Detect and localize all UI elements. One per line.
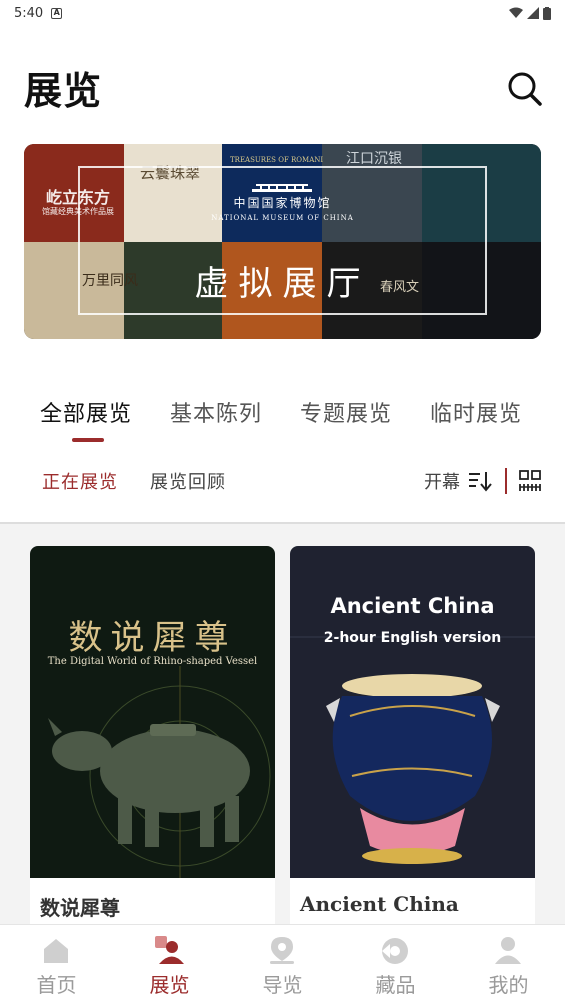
page-title: 展览 bbox=[24, 68, 103, 113]
tab-special-exhibitions[interactable]: 专题展览 bbox=[300, 396, 392, 428]
battery-icon bbox=[543, 6, 551, 20]
nav-label: 展览 bbox=[149, 973, 190, 997]
search-icon bbox=[508, 72, 542, 106]
location-icon bbox=[270, 937, 294, 964]
tab-indicator bbox=[72, 438, 104, 442]
rhino-vessel-poster bbox=[30, 546, 275, 878]
nav-label: 首页 bbox=[36, 973, 77, 997]
museum-name: 中国国家博物馆 bbox=[233, 196, 332, 210]
exhibition-card[interactable]: 数说犀尊 The Digital World of Rhino-shaped V… bbox=[30, 546, 275, 946]
poster-subtitle: The Digital World of Rhino-shaped Vessel bbox=[47, 656, 258, 667]
filter-divider bbox=[505, 468, 507, 494]
exhibition-icon bbox=[155, 936, 184, 964]
nav-label: 藏品 bbox=[375, 973, 416, 997]
nav-profile[interactable]: 我的 bbox=[452, 925, 565, 1004]
category-tabs: 全部展览 基本陈列 专题展览 临时展览 bbox=[0, 396, 565, 446]
nav-collection[interactable]: 藏品 bbox=[339, 925, 452, 1004]
poster-title: Ancient China bbox=[330, 594, 495, 618]
collection-icon bbox=[382, 938, 408, 964]
nav-label: 我的 bbox=[488, 973, 529, 997]
exhibition-card[interactable]: Ancient China 2-hour English version Anc… bbox=[290, 546, 535, 946]
nav-home[interactable]: 首页 bbox=[0, 925, 113, 1004]
notification-icon: A bbox=[51, 7, 63, 19]
wifi-icon bbox=[509, 7, 523, 18]
grid-view-icon[interactable] bbox=[519, 470, 541, 492]
sort-by-opening[interactable]: 开幕 bbox=[424, 468, 460, 494]
museum-name-en: NATIONAL MUSEUM OF CHINA bbox=[211, 214, 354, 222]
card-title: 数说犀尊 bbox=[40, 896, 120, 920]
tab-temporary-exhibitions[interactable]: 临时展览 bbox=[430, 396, 522, 428]
nav-guide[interactable]: 导览 bbox=[226, 925, 339, 1004]
search-button[interactable] bbox=[504, 68, 544, 108]
home-icon bbox=[44, 939, 68, 963]
museum-logo-icon bbox=[252, 184, 312, 192]
poster-title: 数说犀尊 bbox=[68, 618, 237, 658]
card-title: Ancient China bbox=[300, 892, 459, 916]
tile-text: TREASURES OF ROMANI bbox=[230, 156, 324, 164]
nav-exhibition[interactable]: 展览 bbox=[113, 925, 226, 1004]
banner-title: 虚拟展厅 bbox=[194, 264, 371, 304]
tab-all-exhibitions[interactable]: 全部展览 bbox=[40, 396, 132, 428]
tab-permanent-exhibitions[interactable]: 基本陈列 bbox=[170, 396, 262, 428]
signal-icon bbox=[527, 7, 539, 19]
subtab-current[interactable]: 正在展览 bbox=[42, 468, 118, 494]
bottom-navigation: 首页 展览 导览 藏品 我的 bbox=[0, 924, 565, 1004]
sort-descending-icon[interactable] bbox=[468, 470, 492, 492]
status-icons bbox=[509, 6, 551, 20]
filter-bar: 正在展览 展览回顾 开幕 bbox=[0, 466, 565, 498]
tile-text: 江口沉银 bbox=[346, 151, 402, 167]
poster-subtitle: 2-hour English version bbox=[323, 630, 502, 646]
status-bar: 5:40 A bbox=[0, 0, 565, 26]
header: 展览 bbox=[0, 56, 565, 120]
nav-label: 导览 bbox=[262, 973, 303, 997]
subtab-past[interactable]: 展览回顾 bbox=[150, 468, 226, 494]
status-time: 5:40 bbox=[14, 5, 44, 21]
profile-icon bbox=[495, 937, 521, 964]
virtual-hall-banner[interactable]: 屹立东方 馆藏经典美术作品展 云鬟珠翠 TREASURES OF ROMANI … bbox=[24, 144, 541, 339]
